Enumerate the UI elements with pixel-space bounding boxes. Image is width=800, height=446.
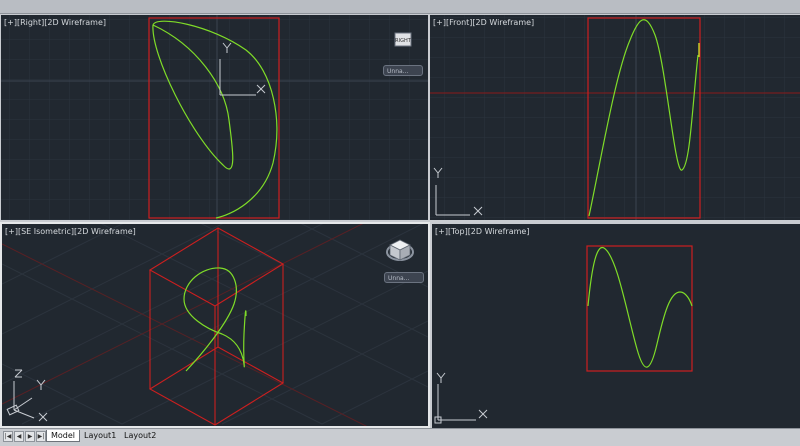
viewcube[interactable]: RIGHT (393, 31, 413, 49)
viewport-front-canvas[interactable] (430, 15, 800, 220)
layout-tab-bar: |◀ ◀ ▶ ▶| Model Layout1 Layout2 (0, 428, 800, 446)
viewport-se-isometric[interactable]: [+][SE Isometric][2D Wireframe] Unna... (0, 222, 430, 428)
viewport-top-canvas[interactable] (432, 224, 800, 428)
prev-tab-icon[interactable]: ◀ (14, 431, 24, 442)
viewport-label[interactable]: [+][SE Isometric][2D Wireframe] (5, 227, 136, 237)
viewport-label[interactable]: [+][Front][2D Wireframe] (433, 18, 534, 28)
named-view-button[interactable]: Unna... (383, 65, 423, 76)
named-view-button[interactable]: Unna... (384, 272, 424, 283)
tab-model[interactable]: Model (46, 430, 81, 442)
next-tab-icon[interactable]: ▶ (25, 431, 35, 442)
ucs-icon (6, 369, 48, 422)
top-strip (0, 0, 800, 14)
viewport-front[interactable]: [+][Front][2D Wireframe] (430, 15, 800, 220)
viewport-top[interactable]: [+][Top][2D Wireframe] (432, 224, 800, 428)
first-tab-icon[interactable]: |◀ (3, 431, 13, 442)
viewport-right[interactable]: [+][Right][2D Wireframe] RIGHT Unna... (1, 15, 428, 220)
viewcube-face-label: RIGHT (395, 38, 412, 44)
last-tab-icon[interactable]: ▶| (36, 431, 46, 442)
viewport-label[interactable]: [+][Top][2D Wireframe] (435, 227, 529, 237)
viewcube[interactable] (386, 236, 414, 264)
tab-layout2[interactable]: Layout2 (120, 430, 160, 441)
viewport-iso-canvas[interactable] (2, 224, 428, 426)
viewport-label[interactable]: [+][Right][2D Wireframe] (4, 18, 106, 28)
tab-layout1[interactable]: Layout1 (80, 430, 120, 441)
viewport-right-canvas[interactable] (1, 15, 428, 220)
